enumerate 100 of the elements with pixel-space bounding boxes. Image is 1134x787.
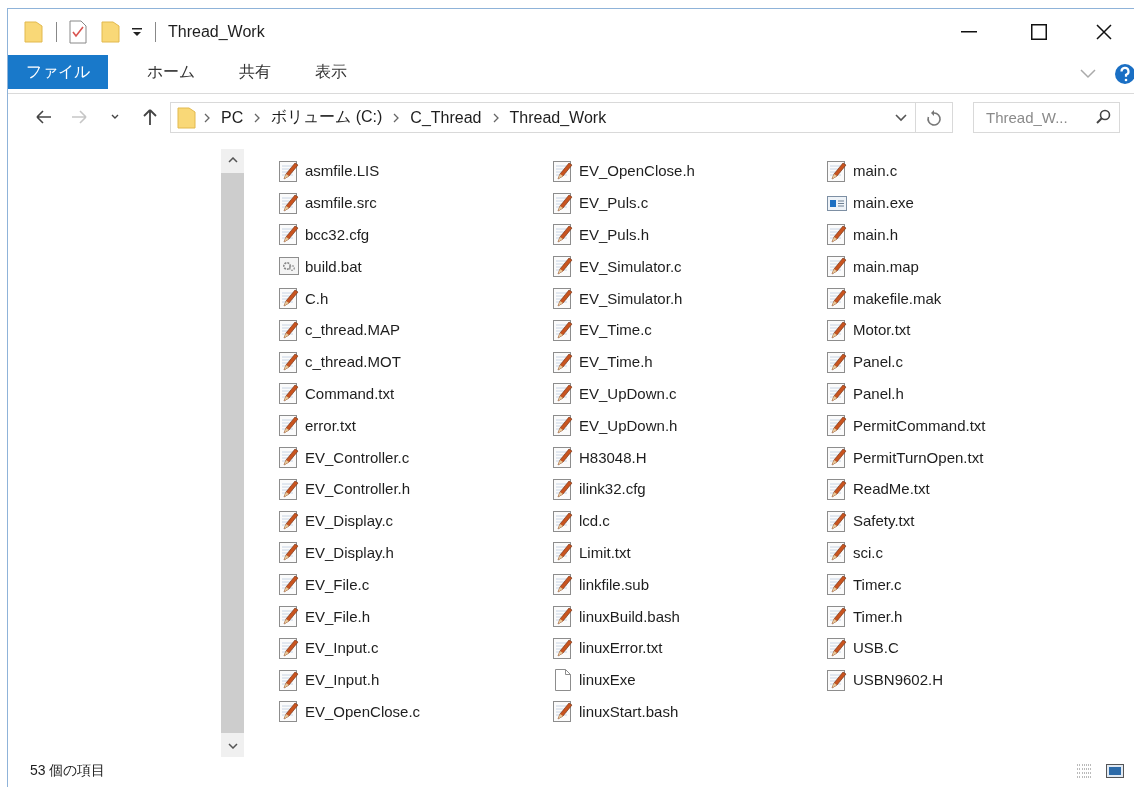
ribbon-tab[interactable]: 共有 (221, 55, 289, 89)
search-field[interactable]: Thread_W... (973, 102, 1120, 133)
document-pencil-icon (552, 699, 574, 724)
file-item[interactable]: main.h (826, 221, 899, 248)
large-icons-view-icon[interactable] (1106, 764, 1124, 778)
file-item[interactable]: USB.C (826, 634, 899, 661)
breadcrumb-item[interactable]: PC (217, 108, 248, 127)
file-item[interactable]: ReadMe.txt (826, 475, 930, 502)
file-item[interactable]: EV_Simulator.h (552, 285, 683, 312)
document-pencil-icon (826, 286, 848, 311)
file-item[interactable]: linuxError.txt (552, 634, 663, 661)
file-item[interactable]: EV_Input.c (278, 634, 379, 661)
window-title: Thread_Work (168, 23, 265, 41)
file-item[interactable]: makefile.mak (826, 285, 942, 312)
document-pencil-icon (278, 540, 300, 565)
file-item[interactable]: EV_Time.c (552, 316, 652, 343)
file-item[interactable]: main.map (826, 253, 919, 280)
file-item[interactable]: EV_Puls.h (552, 221, 650, 248)
close-icon[interactable] (1096, 24, 1112, 40)
dropdown-chevron-icon[interactable] (895, 113, 907, 122)
file-item[interactable]: Motor.txt (826, 316, 911, 343)
file-item[interactable]: EV_OpenClose.h (552, 157, 695, 184)
file-item[interactable]: EV_UpDown.h (552, 412, 678, 439)
file-item[interactable]: EV_Time.h (552, 348, 653, 375)
breadcrumb-item[interactable]: ボリューム (C:) (267, 107, 387, 128)
file-item[interactable]: main.c (826, 157, 898, 184)
ribbon-tab[interactable]: 表示 (297, 55, 365, 89)
document-pencil-icon (278, 476, 300, 501)
file-item[interactable]: EV_Puls.c (552, 189, 649, 216)
file-item[interactable]: c_thread.MOT (278, 348, 401, 375)
chevron-right-icon[interactable] (393, 112, 400, 123)
minimize-icon[interactable] (961, 31, 977, 33)
checked-document-icon[interactable] (69, 20, 87, 44)
scroll-down-icon[interactable] (227, 743, 238, 749)
dropdown-icon[interactable] (131, 26, 143, 38)
file-item[interactable]: lcd.c (552, 507, 610, 534)
file-item[interactable]: linuxStart.bash (552, 698, 679, 725)
file-item[interactable]: Limit.txt (552, 539, 631, 566)
document-pencil-icon (552, 604, 574, 629)
file-item[interactable]: PermitCommand.txt (826, 412, 986, 439)
file-item[interactable]: Command.txt (278, 380, 395, 407)
ribbon-tab[interactable]: ファイル (8, 55, 108, 89)
refresh-icon[interactable] (926, 108, 942, 127)
document-pencil-icon (278, 413, 300, 438)
breadcrumb-item[interactable]: Thread_Work (505, 108, 611, 127)
chevron-right-icon[interactable] (204, 112, 210, 123)
document-pencil-icon (278, 699, 300, 724)
document-pencil-icon (278, 635, 300, 660)
file-item[interactable]: EV_File.h (278, 603, 371, 630)
file-item[interactable]: Panel.c (826, 348, 904, 375)
file-item[interactable]: Timer.h (826, 603, 903, 630)
document-pencil-icon (278, 445, 300, 470)
maximize-icon[interactable] (1031, 24, 1047, 40)
file-item[interactable]: Timer.c (826, 571, 902, 598)
file-item[interactable]: EV_Display.c (278, 507, 394, 534)
back-arrow-icon[interactable] (34, 109, 53, 126)
file-item[interactable]: Panel.h (826, 380, 904, 407)
file-item[interactable]: Safety.txt (826, 507, 915, 534)
file-item[interactable]: EV_OpenClose.c (278, 698, 421, 725)
file-item[interactable]: linuxBuild.bash (552, 603, 680, 630)
document-pencil-icon (826, 381, 848, 406)
file-item[interactable]: c_thread.MAP (278, 316, 401, 343)
blank-document-icon (552, 667, 574, 692)
file-item[interactable]: ilink32.cfg (552, 475, 646, 502)
file-item[interactable]: H83048.H (552, 444, 647, 471)
item-count: 53 個の項目 (30, 762, 106, 780)
document-pencil-icon (552, 540, 574, 565)
scroll-up-icon[interactable] (227, 157, 238, 163)
document-pencil-icon (278, 349, 300, 374)
file-item[interactable]: EV_Display.h (278, 539, 394, 566)
file-item[interactable]: EV_Simulator.c (552, 253, 682, 280)
chevron-right-icon[interactable] (254, 112, 261, 123)
document-pencil-icon (278, 317, 300, 342)
file-item[interactable]: EV_Controller.h (278, 475, 411, 502)
file-item[interactable]: build.bat (278, 253, 362, 280)
document-pencil-icon (278, 158, 300, 183)
file-item[interactable]: linuxExe (552, 666, 636, 693)
file-item[interactable]: EV_Controller.c (278, 444, 410, 471)
file-item[interactable]: bcc32.cfg (278, 221, 370, 248)
search-icon[interactable] (1095, 109, 1111, 125)
document-pencil-icon (826, 540, 848, 565)
file-item[interactable]: error.txt (278, 412, 356, 439)
document-pencil-icon (826, 476, 848, 501)
file-item[interactable]: asmfile.LIS (278, 157, 380, 184)
file-item[interactable]: EV_UpDown.c (552, 380, 677, 407)
document-pencil-icon (278, 572, 300, 597)
file-item[interactable]: asmfile.src (278, 189, 377, 216)
chevron-right-icon[interactable] (492, 112, 499, 123)
file-item[interactable]: C.h (278, 285, 329, 312)
file-item[interactable]: USBN9602.H (826, 666, 944, 693)
file-item[interactable]: PermitTurnOpen.txt (826, 444, 984, 471)
document-pencil-icon (826, 254, 848, 279)
breadcrumb-item[interactable]: C_Thread (406, 108, 486, 127)
file-item[interactable]: main.exe (826, 189, 914, 216)
file-item[interactable]: EV_File.c (278, 571, 370, 598)
file-item[interactable]: linkfile.sub (552, 571, 650, 598)
file-item[interactable]: sci.c (826, 539, 883, 566)
ribbon-tab[interactable]: ホーム (129, 55, 213, 89)
file-item[interactable]: EV_Input.h (278, 666, 380, 693)
help-icon[interactable] (1114, 63, 1134, 85)
